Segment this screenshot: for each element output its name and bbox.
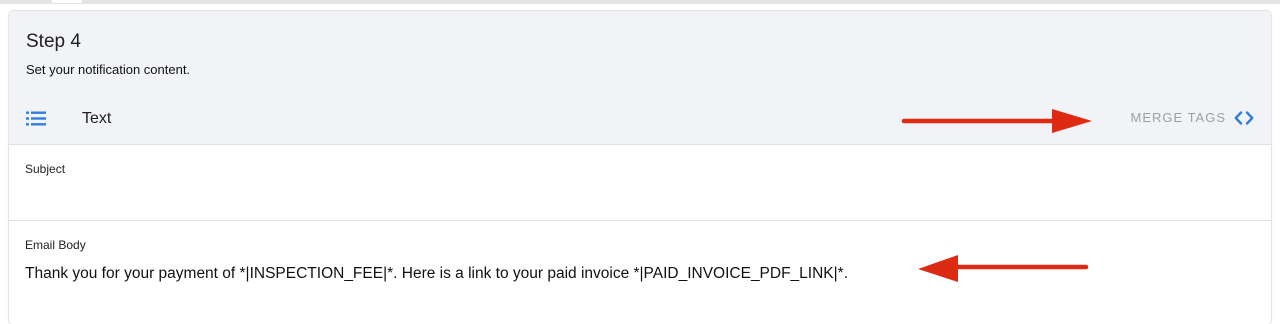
- step-header: Step 4 Set your notification content. Te…: [9, 11, 1271, 145]
- code-icon: [1234, 110, 1254, 125]
- merge-tags-button[interactable]: MERGE TAGS: [1131, 110, 1254, 125]
- step-title: Step 4: [26, 31, 81, 52]
- mode-label[interactable]: Text: [82, 110, 111, 128]
- step-subtitle: Set your notification content.: [26, 62, 191, 77]
- email-body-label: Email Body: [25, 238, 86, 252]
- subject-field: Subject: [9, 145, 1271, 221]
- subject-input[interactable]: [25, 183, 1245, 207]
- merge-tags-label: MERGE TAGS: [1130, 110, 1226, 125]
- email-body-input[interactable]: Thank you for your payment of *|INSPECTI…: [25, 265, 848, 283]
- top-strip: [0, 0, 1280, 4]
- tab-edge: [52, 0, 82, 3]
- email-body-field: Email Body Thank you for your payment of…: [9, 221, 1271, 324]
- list-icon[interactable]: [26, 111, 46, 126]
- step-card: Step 4 Set your notification content. Te…: [9, 11, 1271, 324]
- notification-content-page: Step 4 Set your notification content. Te…: [0, 0, 1280, 324]
- subject-label: Subject: [25, 162, 66, 176]
